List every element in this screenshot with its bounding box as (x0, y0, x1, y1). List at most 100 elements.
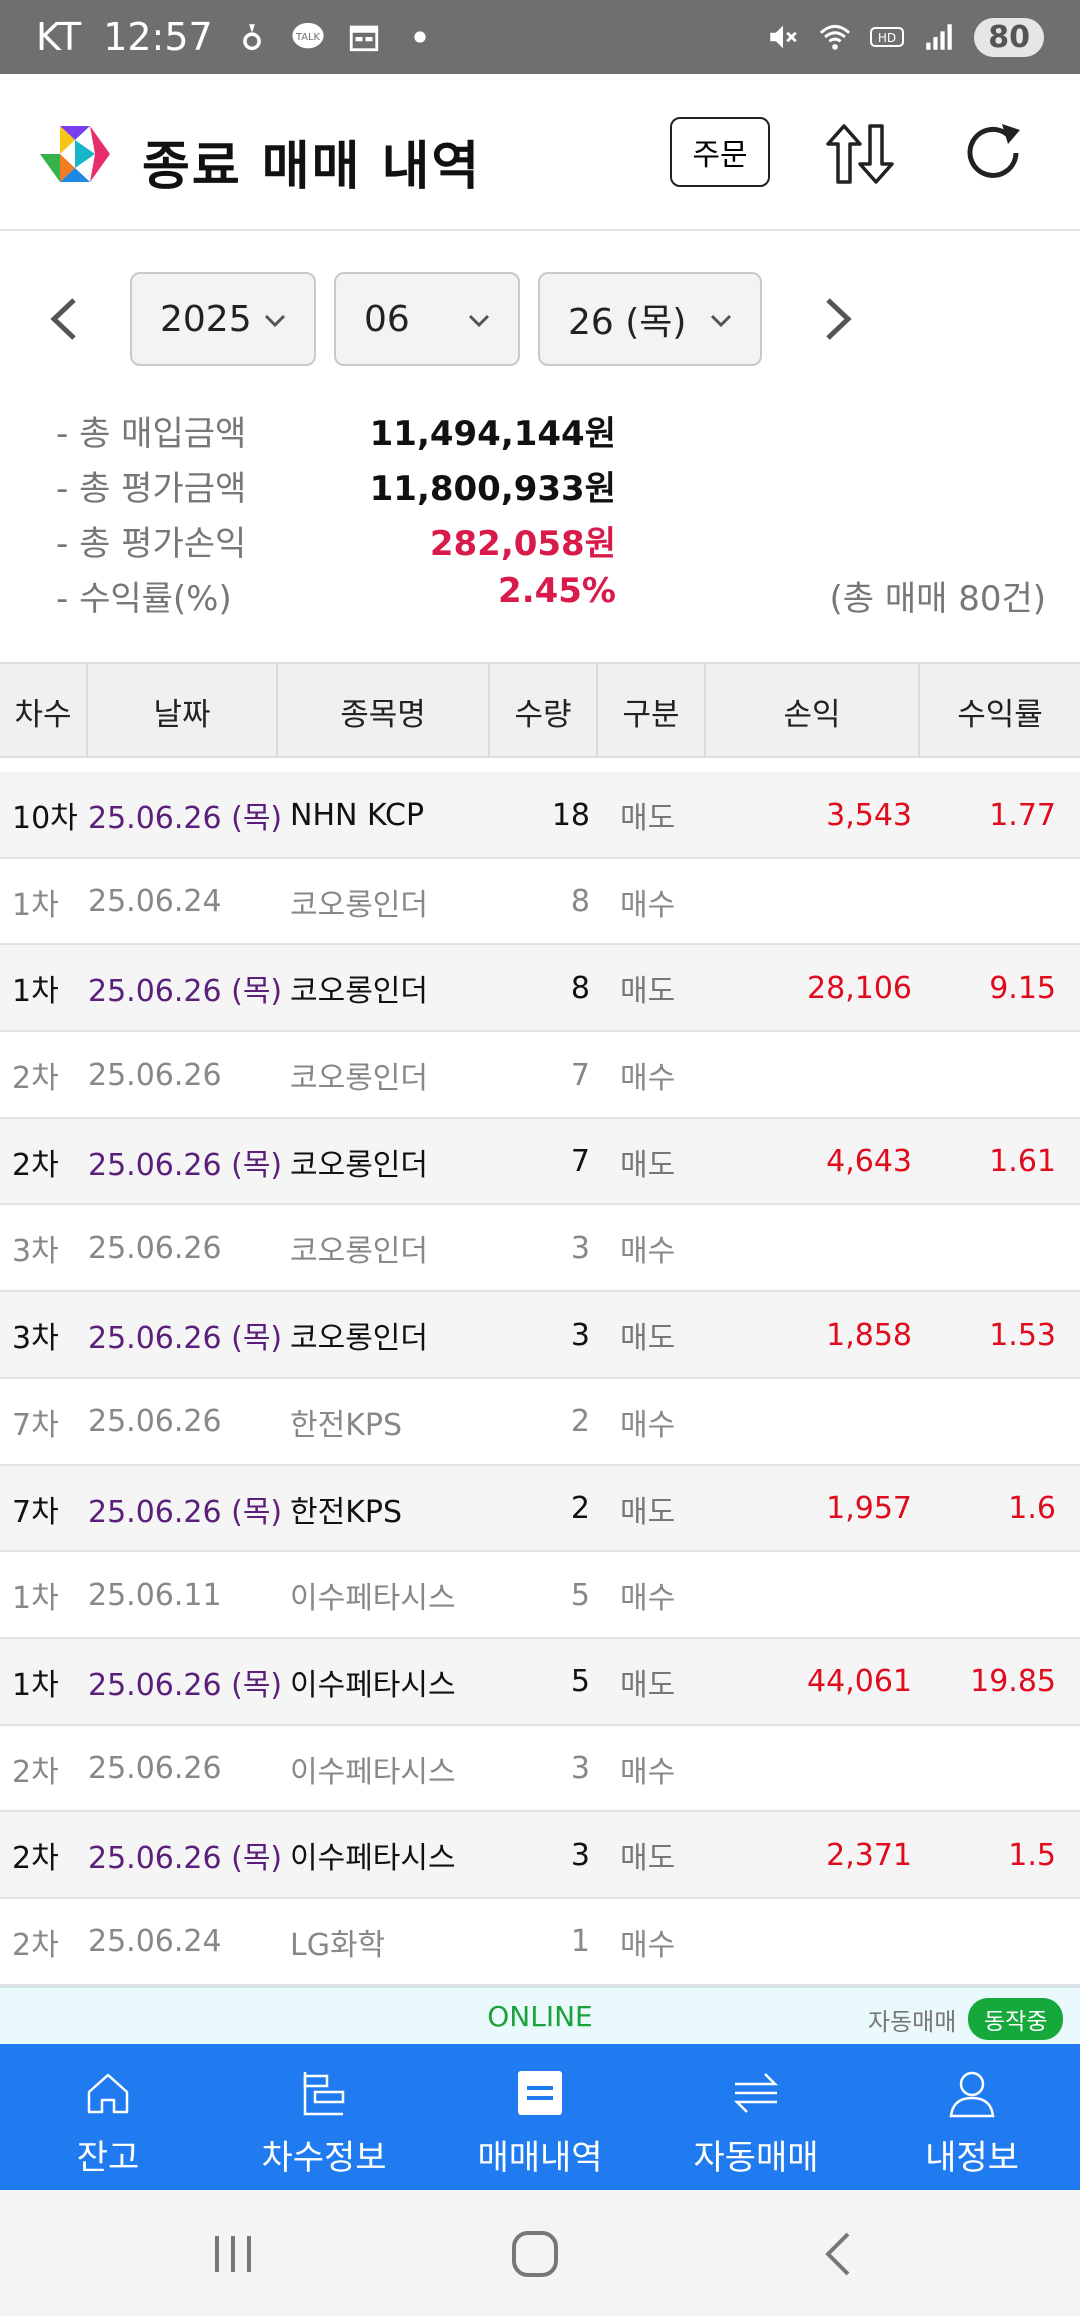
chevron-down-icon (468, 314, 490, 328)
cell-trade-type: 매도 (620, 1494, 676, 1530)
table-row[interactable]: 2차 25.06.26 (목) 코오롱인더 7 매도 4,643 1.61 (0, 1118, 1080, 1206)
column-header-type[interactable]: 구분 (598, 664, 706, 758)
swap-icon (733, 2073, 779, 2113)
cell-qty: 3 (570, 1317, 590, 1353)
svg-text:TALK: TALK (295, 32, 321, 43)
nav-item-round-info[interactable]: 차수정보 (216, 2044, 432, 2190)
table-row[interactable]: 2차 25.06.26 코오롱인더 7 매수 (0, 1032, 1080, 1119)
cell-date: 25.06.26 (목) (88, 1494, 283, 1530)
status-bar: KT 12:57 TALK HD 80 (0, 0, 1080, 74)
cell-stock-name: 코오롱인더 (290, 1061, 428, 1097)
column-header-date[interactable]: 날짜 (88, 664, 278, 758)
table-row[interactable]: 7차 25.06.26 한전KPS 2 매수 (0, 1379, 1080, 1466)
user-icon (949, 2071, 995, 2118)
cell-return-rate: 9.15 (989, 970, 1056, 1006)
cell-trade-type: 매수 (620, 1927, 676, 1963)
status-left: KT 12:57 TALK (36, 15, 437, 59)
table-row[interactable]: 10차 25.06.26 (목) NHN KCP 18 매도 3,543 1.77 (0, 772, 1080, 859)
recent-apps-icon[interactable] (205, 2230, 261, 2278)
cell-qty: 8 (570, 884, 590, 920)
month-value: 06 (364, 298, 410, 340)
cell-profit-loss (700, 1032, 912, 1118)
cell-qty: 5 (570, 1577, 590, 1613)
table-row[interactable]: 1차 25.06.26 (목) 코오롱인더 8 매도 28,106 9.15 (0, 945, 1080, 1033)
nav-item-trade-history[interactable]: 매매내역 (432, 2044, 648, 2190)
cell-return-rate (912, 1379, 1056, 1465)
notification-icon (242, 24, 261, 51)
date-filter: 2025 06 26 (목) (0, 272, 1080, 366)
back-icon[interactable] (812, 2230, 868, 2278)
month-select[interactable]: 06 (334, 272, 520, 366)
cell-qty: 3 (570, 1751, 590, 1787)
table-row[interactable]: 7차 25.06.26 (목) 한전KPS 2 매도 1,957 1.6 (0, 1465, 1080, 1553)
nav-item-my-info[interactable]: 내정보 (864, 2044, 1080, 2190)
table-row[interactable]: 2차 25.06.26 이수페타시스 3 매수 (0, 1726, 1080, 1813)
cell-trade-type: 매수 (620, 1754, 676, 1790)
layers-icon (303, 2072, 345, 2116)
sort-toggle-icon[interactable] (822, 116, 898, 192)
cell-date: 25.06.24 (88, 884, 222, 920)
table-row[interactable]: 3차 25.06.26 코오롱인더 3 매수 (0, 1205, 1080, 1293)
cell-trade-type: 매수 (620, 1061, 676, 1097)
signal-icon (926, 24, 952, 50)
summary-value: 11,800,933원 (369, 469, 616, 509)
table-row[interactable]: 1차 25.06.24 코오롱인더 8 매수 (0, 859, 1080, 946)
cell-date: 25.06.26 (목) (88, 801, 283, 836)
nav-item-auto-trade[interactable]: 자동매매 (648, 2044, 864, 2190)
cell-profit-loss (700, 1552, 912, 1638)
cell-qty: 3 (570, 1230, 590, 1266)
cell-trade-type: 매수 (620, 1234, 676, 1270)
home-button-icon[interactable] (508, 2230, 564, 2278)
table-row[interactable]: 2차 25.06.26 (목) 이수페타시스 3 매도 2,371 1.5 (0, 1812, 1080, 1899)
cell-profit-loss: 28,106 (807, 970, 912, 1006)
column-header-round[interactable]: 차수 (0, 664, 88, 758)
summary-label: - 총 평가금액 (56, 469, 247, 509)
online-status-bar: ONLINE 자동매매 동작중 (0, 1986, 1080, 2044)
summary-value: 282,058원 (429, 524, 616, 564)
column-header-qty[interactable]: 수량 (490, 664, 598, 758)
column-header-rate[interactable]: 수익률 (920, 664, 1080, 758)
clock: 12:57 (103, 15, 213, 59)
table-row[interactable]: 2차 25.06.24 LG화학 1 매수 (0, 1899, 1080, 1986)
cell-qty: 18 (551, 797, 590, 833)
order-button[interactable]: 주문 (670, 117, 770, 187)
total-trade-count: (총 매매 80건) (829, 579, 1046, 619)
cell-stock-name: 이수페타시스 (290, 1667, 456, 1703)
summary-row: - 총 평가금액 11,800,933원 (56, 455, 1046, 510)
column-header-name[interactable]: 종목명 (278, 664, 490, 758)
wifi-icon (820, 24, 851, 50)
dot-icon (414, 31, 426, 43)
cell-profit-loss: 3,543 (826, 797, 912, 833)
column-header-pl[interactable]: 손익 (706, 664, 920, 758)
refresh-icon[interactable] (958, 118, 1028, 188)
nav-item-label: 잔고 (76, 2138, 140, 2178)
prev-date-chevron-icon[interactable] (44, 294, 84, 344)
day-select[interactable]: 26 (목) (538, 272, 762, 366)
next-date-chevron-icon[interactable] (818, 294, 858, 344)
status-right: HD 80 (766, 17, 1044, 57)
nav-item-balance[interactable]: 잔고 (0, 2044, 216, 2190)
table-row[interactable]: 1차 25.06.11 이수페타시스 5 매수 (0, 1552, 1080, 1639)
cell-qty: 7 (570, 1057, 590, 1093)
cell-return-rate (912, 1726, 1056, 1812)
svg-text:HD: HD (878, 31, 896, 45)
cell-return-rate: 1.61 (989, 1144, 1056, 1180)
cell-qty: 2 (570, 1491, 590, 1526)
year-select[interactable]: 2025 (130, 272, 316, 366)
cell-date: 25.06.26 (88, 1230, 222, 1266)
cell-qty: 3 (570, 1837, 590, 1873)
home-icon (87, 2073, 129, 2114)
cell-return-rate: 1.5 (1008, 1837, 1056, 1873)
cell-trade-type: 매도 (620, 1667, 676, 1703)
nav-item-label: 내정보 (925, 2138, 1019, 2178)
cell-date: 25.06.26 (88, 1751, 222, 1787)
cell-date: 25.06.11 (88, 1577, 222, 1613)
cell-date: 25.06.26 (88, 1057, 222, 1093)
cell-date: 25.06.26 (목) (88, 974, 283, 1010)
table-row[interactable]: 1차 25.06.26 (목) 이수페타시스 5 매도 44,061 19.85 (0, 1638, 1080, 1726)
table-row[interactable]: 3차 25.06.26 (목) 코오롱인더 3 매도 1,858 1.53 (0, 1292, 1080, 1379)
list-icon (518, 2071, 562, 2115)
cell-stock-name: NHN KCP (290, 797, 425, 833)
cell-round: 2차 (12, 1147, 59, 1183)
cell-trade-type: 매수 (620, 1407, 676, 1443)
